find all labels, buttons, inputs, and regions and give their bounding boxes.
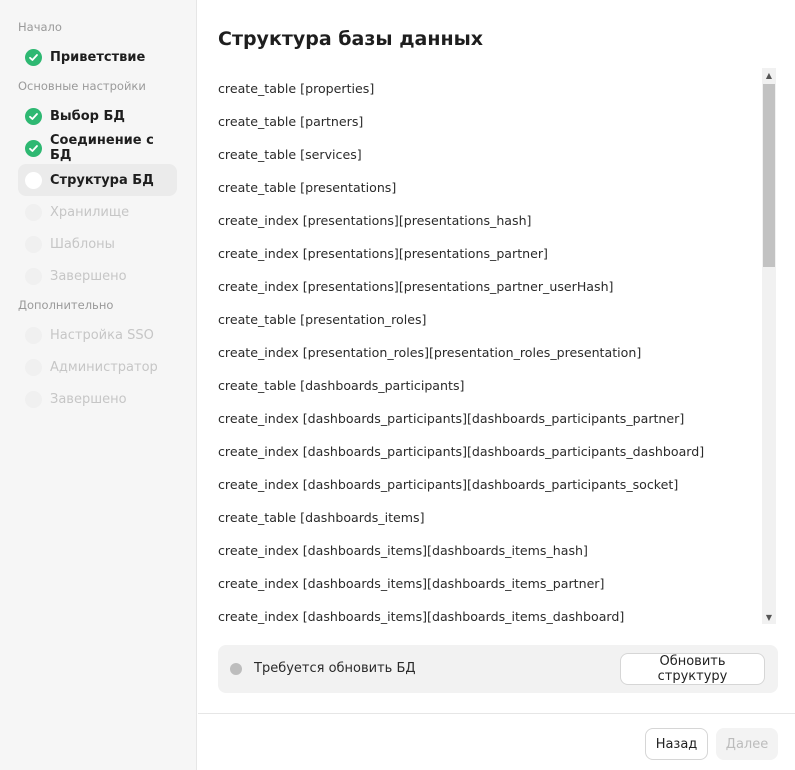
section-label-extra: Дополнительно — [18, 298, 114, 312]
pending-circle-icon — [25, 326, 42, 344]
log-line: create_index [presentation_roles][presen… — [218, 345, 642, 360]
current-step-circle-icon — [25, 171, 42, 189]
step-admin: Администратор — [18, 351, 177, 383]
check-circle-icon — [25, 139, 42, 157]
status-dot-icon — [230, 663, 242, 675]
log-scrollbar[interactable]: ▲ ▼ — [762, 68, 776, 624]
log-line: create_index [dashboards_items][dashboar… — [218, 576, 605, 591]
pending-circle-icon — [25, 267, 42, 285]
db-status-panel: Требуется обновить БД Обновить структуру — [218, 645, 778, 693]
log-line: create_index [dashboards_participants][d… — [218, 444, 705, 459]
log-line: create_table [partners] — [218, 114, 364, 129]
step-sso: Настройка SSO — [18, 319, 177, 351]
step-label: Приветствие — [50, 49, 146, 65]
step-db-structure[interactable]: Структура БД — [18, 164, 177, 196]
pending-circle-icon — [25, 358, 42, 376]
log-line: create_table [dashboards_items] — [218, 510, 425, 525]
check-circle-icon — [25, 48, 42, 66]
log-line: create_index [dashboards_items][dashboar… — [218, 543, 588, 558]
step-label: Завершено — [50, 268, 127, 284]
back-button[interactable]: Назад — [645, 728, 708, 760]
log-line: create_table [presentations] — [218, 180, 397, 195]
log-line: create_index [dashboards_participants][d… — [218, 477, 679, 492]
log-line: create_index [presentations][presentatio… — [218, 213, 532, 228]
step-storage: Хранилище — [18, 196, 177, 228]
step-templates: Шаблоны — [18, 228, 177, 260]
log-line: create_index [dashboards_items][dashboar… — [218, 609, 625, 624]
log-line: create_table [dashboards_participants] — [218, 378, 465, 393]
step-db-connection[interactable]: Соединение с БД — [18, 132, 177, 164]
log-line: create_index [presentations][presentatio… — [218, 246, 548, 261]
step-label: Выбор БД — [50, 108, 125, 124]
step-label: Завершено — [50, 391, 127, 407]
log-line: create_table [properties] — [218, 81, 375, 96]
footer-divider — [198, 713, 795, 714]
pending-circle-icon — [25, 235, 42, 253]
step-label: Хранилище — [50, 204, 130, 220]
step-finished-extra: Завершено — [18, 383, 177, 415]
pending-circle-icon — [25, 203, 42, 221]
log-line: create_table [presentation_roles] — [218, 312, 427, 327]
step-welcome[interactable]: Приветствие — [18, 41, 177, 73]
step-label: Структура БД — [50, 172, 154, 188]
step-db-select[interactable]: Выбор БД — [18, 100, 177, 132]
step-finished-main: Завершено — [18, 260, 177, 292]
step-label: Шаблоны — [50, 236, 115, 252]
log-line: create_table [services] — [218, 147, 362, 162]
section-label-start: Начало — [18, 20, 62, 34]
scroll-down-arrow-icon[interactable]: ▼ — [762, 610, 776, 624]
section-label-main: Основные настройки — [18, 79, 146, 93]
scroll-up-arrow-icon[interactable]: ▲ — [762, 68, 776, 82]
check-circle-icon — [25, 107, 42, 125]
step-label: Администратор — [50, 359, 158, 375]
pending-circle-icon — [25, 390, 42, 408]
update-structure-button[interactable]: Обновить структуру — [620, 653, 765, 685]
migration-log[interactable]: create_table [properties] create_table [… — [218, 72, 758, 626]
scroll-thumb[interactable] — [763, 84, 775, 267]
setup-sidebar: Начало Приветствие Основные настройки Вы… — [0, 0, 197, 770]
log-line: create_index [presentations][presentatio… — [218, 279, 614, 294]
status-text: Требуется обновить БД — [254, 661, 416, 676]
step-label: Настройка SSO — [50, 327, 154, 343]
page-title: Структура базы данных — [218, 28, 484, 50]
step-label: Соединение с БД — [50, 133, 154, 163]
next-button[interactable]: Далее — [716, 728, 778, 760]
log-line: create_index [dashboards_participants][d… — [218, 411, 685, 426]
